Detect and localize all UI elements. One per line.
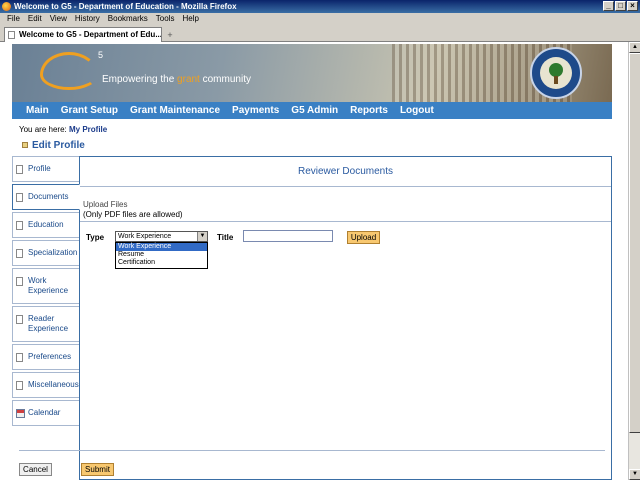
chevron-down-icon[interactable]: ▼ — [197, 232, 207, 241]
sidetab-label: Documents — [28, 192, 69, 201]
scroll-down-icon[interactable]: ▼ — [629, 469, 640, 480]
window-titlebar: Welcome to G5 - Department of Education … — [0, 0, 640, 13]
type-selected-value: Work Experience — [118, 233, 172, 240]
menu-bookmarks[interactable]: Bookmarks — [104, 13, 152, 24]
main-nav: Main Grant Setup Grant Maintenance Payme… — [12, 102, 612, 119]
nav-grant-maintenance[interactable]: Grant Maintenance — [124, 102, 226, 119]
menu-view[interactable]: View — [46, 13, 71, 24]
menu-history[interactable]: History — [71, 13, 104, 24]
documents-panel: Reviewer Documents Upload Files (Only PD… — [79, 156, 612, 480]
document-icon — [16, 165, 23, 174]
page-title: Edit Profile — [22, 140, 85, 151]
panel-divider — [80, 221, 611, 222]
sidetab-label: Education — [28, 220, 64, 229]
submit-button[interactable]: Submit — [81, 463, 114, 476]
document-icon — [16, 249, 23, 258]
menu-tools[interactable]: Tools — [152, 13, 179, 24]
maximize-button[interactable]: □ — [615, 1, 626, 11]
vertical-scrollbar[interactable]: ▲ ▼ — [628, 42, 640, 480]
sidetab-preferences[interactable]: Preferences — [12, 344, 80, 370]
scroll-up-icon[interactable]: ▲ — [629, 42, 640, 53]
page-viewport: 5 Empowering the grant community Main Gr… — [0, 42, 628, 480]
sidetab-calendar[interactable]: Calendar — [12, 400, 80, 426]
department-seal-icon — [530, 47, 582, 99]
minimize-button[interactable]: _ — [603, 1, 614, 11]
document-icon — [16, 315, 23, 324]
nav-reports[interactable]: Reports — [344, 102, 394, 119]
nav-logout[interactable]: Logout — [394, 102, 440, 119]
nav-g5-admin[interactable]: G5 Admin — [285, 102, 344, 119]
page-title-text: Edit Profile — [32, 140, 85, 151]
banner-tagline: Empowering the grant community — [102, 74, 251, 85]
breadcrumb: You are here: My Profile — [19, 125, 107, 134]
seal-tree-icon — [549, 63, 563, 77]
sidetab-documents[interactable]: Documents — [12, 184, 80, 210]
tab-strip: Welcome to G5 - Department of Edu... + — [0, 24, 640, 42]
sidetab-label: Miscellaneous — [28, 380, 79, 389]
firefox-icon — [2, 2, 11, 11]
g5-banner: 5 Empowering the grant community — [12, 44, 612, 102]
sidetab-specialization[interactable]: Specialization — [12, 240, 80, 266]
title-input[interactable] — [243, 230, 333, 242]
footer-divider — [19, 450, 605, 451]
close-button[interactable]: × — [627, 1, 638, 11]
pdf-only-note: (Only PDF files are allowed) — [83, 210, 183, 219]
profile-side-tabs: Profile Documents Education Specializati… — [12, 156, 80, 428]
browser-tab-label: Welcome to G5 - Department of Edu... — [19, 30, 162, 39]
sidetab-education[interactable]: Education — [12, 212, 80, 238]
menu-edit[interactable]: Edit — [24, 13, 46, 24]
scroll-thumb[interactable] — [629, 53, 640, 433]
window-controls: _ □ × — [603, 1, 638, 11]
sidetab-label: Reader Experience — [28, 314, 69, 333]
sidetab-label: Preferences — [28, 352, 72, 361]
nav-payments[interactable]: Payments — [226, 102, 285, 119]
upload-button[interactable]: Upload — [347, 231, 380, 244]
tagline-post: community — [199, 74, 251, 85]
menu-bar: File Edit View History Bookmarks Tools H… — [0, 13, 640, 24]
type-select[interactable]: Work Experience ▼ — [115, 231, 208, 242]
sidetab-label: Specialization — [28, 248, 78, 257]
type-option-resume[interactable]: Resume — [116, 251, 207, 259]
sidetab-label: Work Experience — [28, 276, 69, 295]
new-tab-icon[interactable]: + — [163, 29, 177, 41]
panel-heading: Reviewer Documents — [80, 157, 611, 187]
title-bullet-icon — [22, 142, 28, 148]
menu-file[interactable]: File — [3, 13, 24, 24]
nav-main[interactable]: Main — [20, 102, 55, 119]
seal-center — [540, 57, 572, 89]
sidetab-label: Profile — [28, 164, 51, 173]
window-title: Welcome to G5 - Department of Education … — [14, 2, 237, 11]
breadcrumb-my-profile[interactable]: My Profile — [69, 125, 107, 134]
breadcrumb-prefix: You are here: — [19, 125, 67, 134]
nav-grant-setup[interactable]: Grant Setup — [55, 102, 124, 119]
type-label: Type — [86, 233, 105, 242]
type-dropdown-list: Work Experience Resume Certification — [115, 242, 208, 269]
calendar-icon — [16, 409, 25, 418]
cancel-button[interactable]: Cancel — [19, 463, 52, 476]
title-label: Title — [217, 233, 234, 242]
document-icon — [16, 277, 23, 286]
sidetab-profile[interactable]: Profile — [12, 156, 80, 182]
sidetab-reader-experience[interactable]: Reader Experience — [12, 306, 80, 342]
sidetab-label: Calendar — [28, 408, 61, 417]
page-icon — [8, 31, 15, 39]
document-icon — [16, 193, 23, 202]
browser-tab[interactable]: Welcome to G5 - Department of Edu... — [4, 27, 162, 42]
document-icon — [16, 353, 23, 362]
tagline-highlight: grant — [177, 74, 200, 85]
seal-trunk — [554, 76, 558, 84]
document-icon — [16, 381, 23, 390]
g5-logo — [40, 52, 98, 90]
type-option-certification[interactable]: Certification — [116, 259, 207, 267]
tagline-pre: Empowering the — [102, 74, 178, 85]
sidetab-miscellaneous[interactable]: Miscellaneous — [12, 372, 80, 398]
g5-logo-number: 5 — [98, 50, 104, 60]
type-option-work-experience[interactable]: Work Experience — [116, 243, 207, 251]
document-icon — [16, 221, 23, 230]
sidetab-work-experience[interactable]: Work Experience — [12, 268, 80, 304]
upload-files-label: Upload Files — [83, 200, 128, 209]
menu-help[interactable]: Help — [178, 13, 202, 24]
